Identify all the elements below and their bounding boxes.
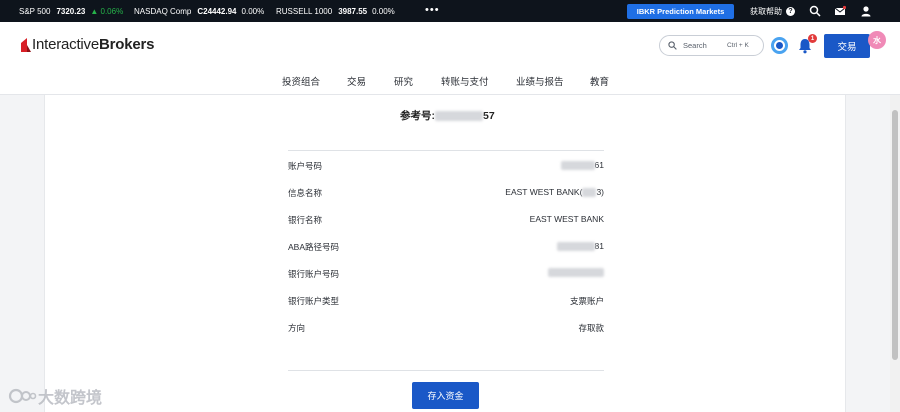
redacted-value (548, 268, 604, 277)
ticker-value: 3987.55 (338, 6, 368, 16)
nav-trade[interactable]: 交易 (347, 74, 366, 88)
redacted-reference (435, 110, 483, 121)
reference-label: 参考号: (400, 110, 435, 122)
search-placeholder: Search (683, 41, 707, 50)
ticker-name: RUSSELL 1000 (276, 6, 333, 16)
scrollbar-thumb[interactable] (892, 110, 898, 360)
bottom-divider (288, 370, 604, 371)
watermark-logo-icon (8, 388, 37, 404)
row-label: 信息名称 (288, 188, 323, 198)
row-value: EAST WEST BANK( 3) (505, 187, 604, 197)
search-icon (668, 41, 677, 50)
row-label: 银行名称 (288, 215, 323, 225)
ib-logo-icon (21, 37, 31, 52)
nav-transfer-pay[interactable]: 转账与支付 (441, 74, 489, 88)
reference-number: 参考号: 57 (400, 108, 495, 123)
user-icon[interactable] (860, 5, 872, 17)
chat-search-icon[interactable] (809, 5, 821, 17)
more-menu-button[interactable]: ••• (425, 4, 440, 16)
row-label: 银行账户类型 (288, 296, 340, 306)
search-box[interactable]: Search Ctrl + K (659, 35, 764, 56)
detail-row-info-name: 信息名称 EAST WEST BANK( 3) (288, 187, 604, 201)
detail-row-account-type: 银行账户类型 支票账户 (288, 295, 604, 309)
row-value: EAST WEST BANK (529, 214, 604, 224)
ticker-nasdaq[interactable]: NASDAQ Comp C24442.94 0.00% (134, 0, 264, 22)
ticker-value: C24442.94 (197, 6, 237, 16)
ticker-value: 7320.23 (56, 6, 86, 16)
detail-row-bank-name: 银行名称 EAST WEST BANK (288, 214, 604, 228)
ticker-change: ▲ 0.06% (90, 6, 124, 16)
ticker-change: 0.00% (241, 6, 265, 16)
site-header: InteractiveBrokers Search Ctrl + K 1 交易 … (0, 22, 900, 95)
help-label: 获取帮助 (750, 6, 782, 16)
row-value: 61 (560, 160, 604, 170)
logo-text: InteractiveBrokers (32, 36, 154, 53)
prediction-markets-button[interactable]: IBKR Prediction Markets (627, 4, 734, 19)
help-link[interactable]: 获取帮助 ? (750, 0, 795, 22)
ticker-sp500[interactable]: S&P 500 7320.23 ▲ 0.06% (19, 0, 123, 22)
detail-row-direction: 方向 存取款 (288, 322, 604, 336)
row-value (548, 268, 604, 277)
market-ticker-bar: S&P 500 7320.23 ▲ 0.06% NASDAQ Comp C244… (0, 0, 900, 22)
assistant-icon[interactable] (771, 37, 788, 54)
ticker-name: NASDAQ Comp (134, 6, 192, 16)
row-value: 支票账户 (569, 296, 604, 306)
reference-suffix: 57 (483, 109, 495, 122)
redacted-value (582, 187, 597, 197)
row-value-text: EAST WEST BANK( (505, 187, 583, 197)
redacted-value (560, 160, 595, 170)
watermark: 大数跨境 (8, 384, 102, 408)
logo-regular: Interactive (32, 36, 99, 53)
nav-education[interactable]: 教育 (590, 74, 609, 88)
deposit-funds-button[interactable]: 存入资金 (412, 382, 479, 409)
row-label: ABA路径号码 (288, 242, 340, 252)
row-label: 方向 (288, 323, 306, 333)
main-nav: 投资组合 交易 研究 转账与支付 业绩与报告 教育 (0, 74, 900, 90)
notification-badge: 1 (808, 34, 817, 43)
row-value-text: 61 (594, 160, 604, 170)
logo-bold: Brokers (99, 36, 155, 53)
ticker-russell[interactable]: RUSSELL 1000 3987.55 0.00% (276, 0, 395, 22)
ticker-name: S&P 500 (19, 6, 51, 16)
row-value: 81 (556, 241, 604, 251)
watermark-text: 大数跨境 (38, 390, 103, 407)
detail-row-aba-routing: ABA路径号码 81 (288, 241, 604, 255)
detail-row-bank-account-number: 银行账户号码 (288, 268, 604, 282)
ticker-change: 0.00% (372, 6, 395, 16)
row-value: 存取款 (578, 323, 604, 333)
nav-performance-reports[interactable]: 业绩与报告 (516, 74, 564, 88)
floating-avatar[interactable]: 水 (868, 31, 886, 49)
search-shortcut: Ctrl + K (727, 42, 749, 49)
trade-button[interactable]: 交易 (824, 34, 870, 58)
top-divider (288, 150, 604, 151)
detail-row-account-number: 账户号码 61 (288, 160, 604, 174)
redacted-value (556, 241, 595, 251)
row-value-text: 81 (594, 241, 604, 251)
row-label: 账户号码 (288, 161, 323, 171)
interactive-brokers-logo[interactable]: InteractiveBrokers (18, 36, 154, 53)
nav-portfolio[interactable]: 投资组合 (282, 74, 320, 88)
help-icon: ? (786, 6, 795, 16)
nav-research[interactable]: 研究 (394, 74, 413, 88)
mail-icon[interactable] (834, 5, 846, 17)
row-value-tail: 3) (596, 187, 604, 197)
row-label: 银行账户号码 (288, 269, 340, 279)
